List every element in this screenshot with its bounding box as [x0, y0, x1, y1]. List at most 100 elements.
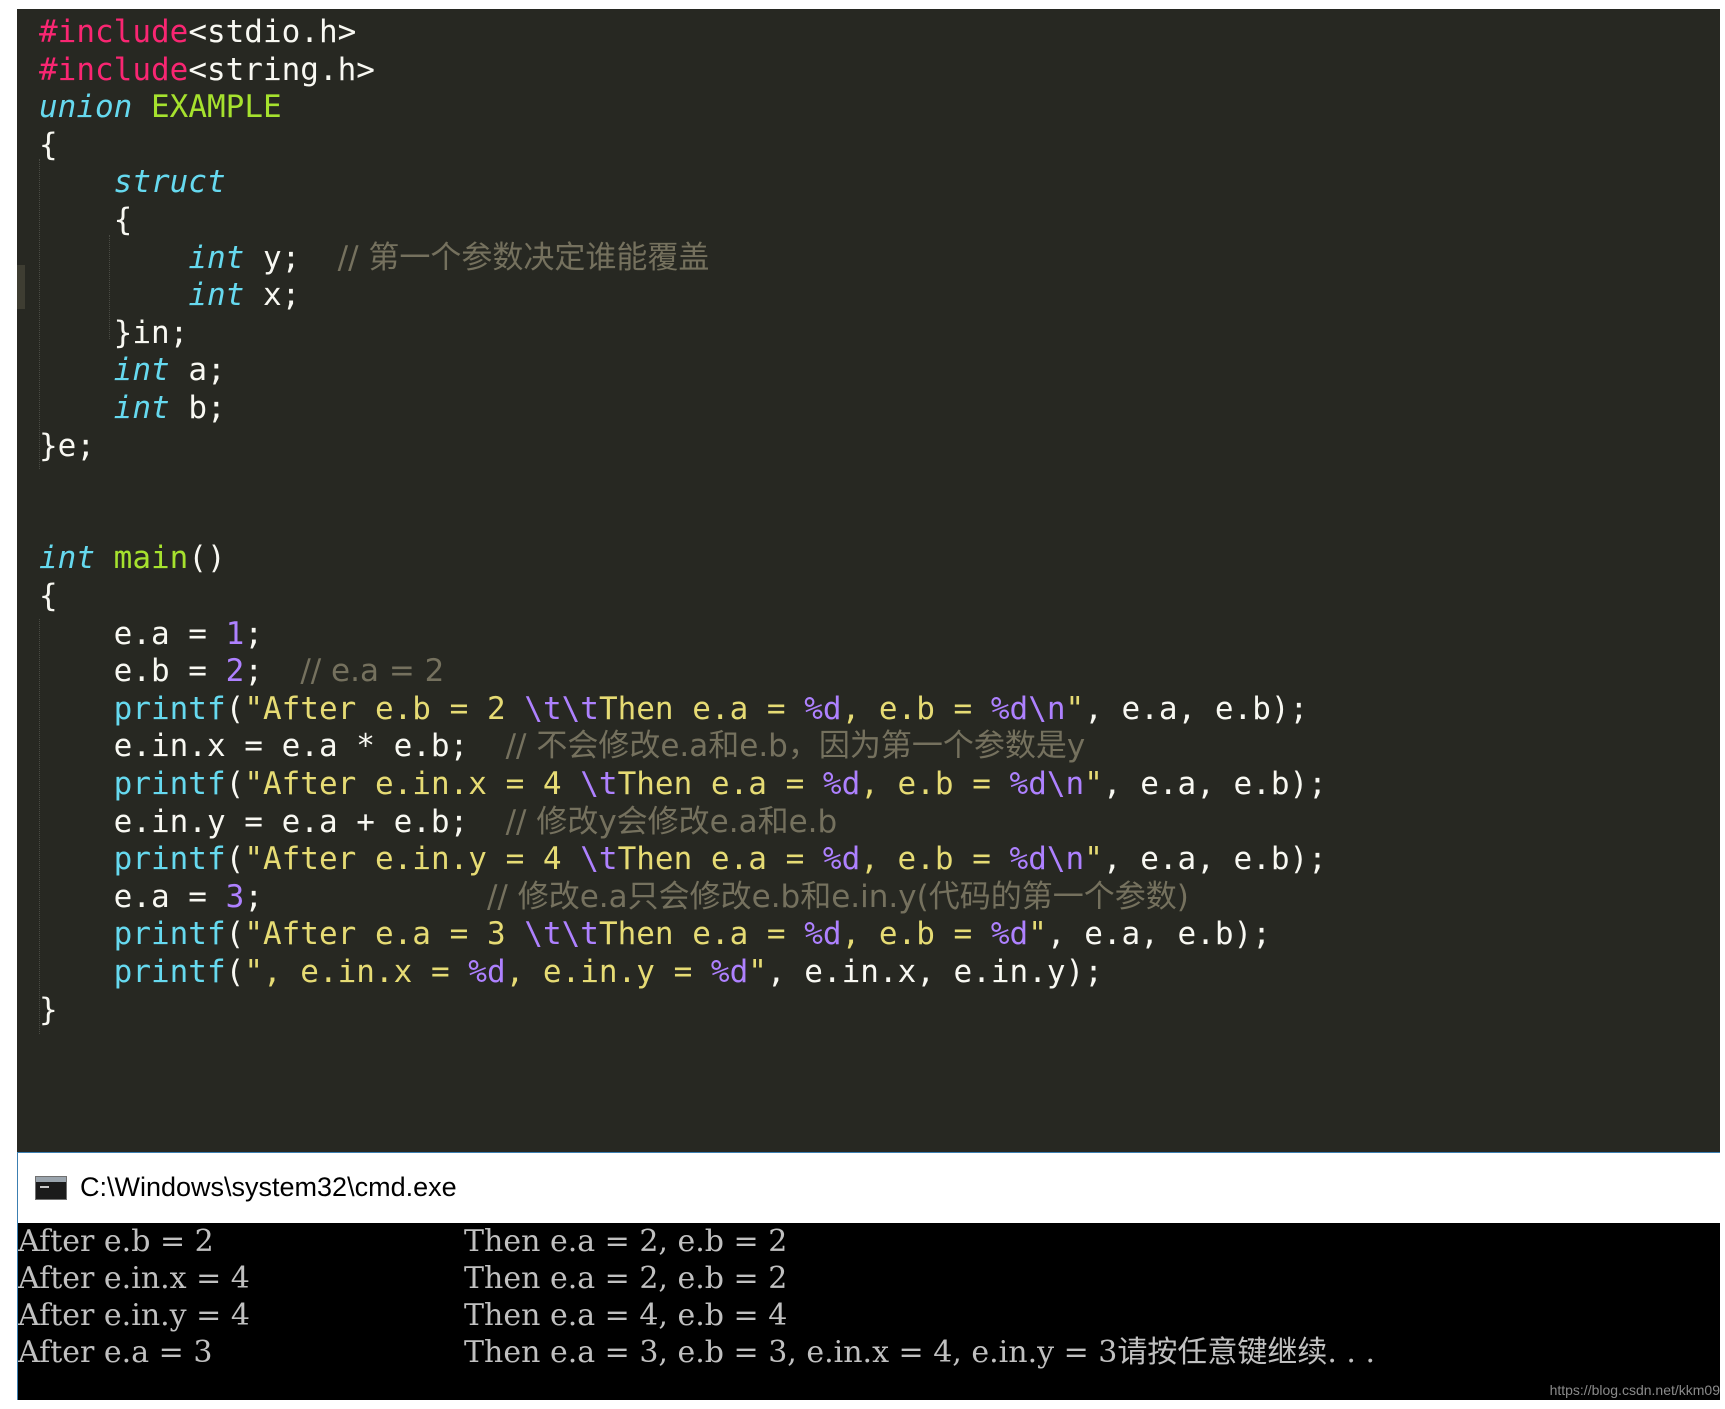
cmd-console-output[interactable]: After e.b = 2 Then e.a = 2, e.b = 2 After … — [18, 1223, 1720, 1400]
code-token: \t\t — [524, 690, 599, 727]
code-token: "After e.in.y = 4 — [244, 841, 581, 878]
code-token: union — [39, 89, 133, 126]
code-token: ( — [225, 841, 245, 878]
console-line-right: Then e.a = 4, e.b = 4 — [464, 1298, 788, 1333]
code-token: , e.b = — [860, 766, 1010, 802]
console-line: After e.b = 2 Then e.a = 2, e.b = 2 — [18, 1223, 787, 1260]
code-token: EXAMPLE — [151, 89, 282, 126]
code-token: ", e.in.x = — [244, 954, 469, 990]
code-comment: // e.a = 2 — [300, 653, 445, 690]
code-token: x; — [244, 277, 301, 314]
code-token: }in; — [39, 314, 189, 351]
code-token: ; — [244, 653, 301, 690]
code-token: " — [748, 954, 767, 990]
code-token: %d — [990, 916, 1029, 953]
code-token: , e.in.y = — [505, 954, 711, 990]
code-token: ( — [225, 690, 245, 727]
code-line: int y; // 第一个参数决定谁能覆盖 — [39, 237, 709, 279]
code-line: int a; — [39, 349, 226, 391]
console-line: After e.in.y = 4 Then e.a = 4, e.b = 4 — [18, 1297, 787, 1334]
console-line: After e.a = 3 Then e.a = 3, e.b = 3, e.in… — [18, 1334, 1375, 1371]
code-token: e.in.x = e.a * e.b; — [39, 728, 506, 765]
code-token: struct — [113, 164, 226, 201]
code-token: "After e.b = 2 — [244, 690, 525, 727]
code-token: int — [113, 390, 170, 426]
code-token: } — [39, 991, 58, 1028]
code-token: %d — [710, 954, 749, 990]
code-line: { — [39, 124, 58, 166]
console-icon — [35, 1176, 67, 1200]
code-token: " — [1028, 916, 1047, 953]
code-token: %d — [468, 954, 506, 990]
code-token: 2 — [225, 653, 245, 690]
code-token: e.a = — [39, 615, 226, 652]
code-token: , e.a, e.b); — [1084, 690, 1309, 727]
code-token: , e.in.x, e.in.y); — [766, 954, 1103, 990]
code-line: int b; — [39, 387, 226, 429]
code-line: #include<string.h> — [39, 49, 375, 91]
code-token: 1 — [225, 615, 245, 652]
code-token: int — [188, 239, 245, 276]
code-token: #include — [39, 51, 189, 88]
code-token: () — [188, 540, 226, 577]
code-token: <stdio.h> — [188, 14, 357, 50]
cmd-titlebar[interactable]: C:\Windows\system32\cmd.exe — [18, 1153, 1720, 1223]
code-token: #include — [39, 14, 189, 50]
code-token: , e.a, e.b); — [1102, 766, 1327, 802]
console-line-left: After e.a = 3 — [18, 1335, 213, 1370]
code-token: ; — [244, 878, 487, 915]
current-line-marker — [17, 265, 25, 309]
console-line-left: After e.in.x = 4 — [18, 1261, 250, 1296]
code-token: , e.a, e.b); — [1046, 916, 1271, 953]
code-line: e.b = 2; // e.a = 2 — [39, 650, 445, 692]
code-token: %d\n — [990, 690, 1066, 727]
code-token: , e.b = — [841, 690, 991, 727]
code-token: int — [113, 352, 170, 389]
code-token: ( — [225, 766, 245, 802]
code-token: int — [188, 277, 245, 314]
watermark-url: https://blog.csdn.net/kkm09 — [1549, 1382, 1720, 1398]
cmd-window[interactable]: C:\Windows\system32\cmd.exe After e.b = … — [17, 1152, 1720, 1400]
code-token: Then e.a = — [598, 916, 805, 953]
code-token: " — [1084, 766, 1103, 802]
code-line: }e; — [39, 425, 95, 467]
code-line: union EXAMPLE — [39, 86, 282, 128]
code-line: printf(", e.in.x = %d, e.in.y = %d", e.i… — [39, 951, 1103, 993]
code-token: b; — [169, 390, 226, 426]
code-token: e.a = — [39, 878, 226, 915]
code-line: struct — [39, 161, 226, 203]
console-line-left: After e.b = 2 — [18, 1224, 214, 1259]
code-token: printf — [113, 766, 226, 802]
code-token: printf — [113, 841, 226, 878]
code-line: printf("After e.in.y = 4 \tThen e.a = %d… — [39, 838, 1327, 880]
code-token: { — [39, 578, 58, 614]
code-token: a; — [169, 352, 226, 389]
code-token: , e.b = — [860, 841, 1010, 878]
code-line: e.a = 1; — [39, 613, 263, 655]
code-token: ( — [225, 954, 245, 990]
code-editor[interactable]: #include<stdio.h> #include<string.h> union… — [17, 9, 1720, 1152]
code-token: Then e.a = — [617, 766, 823, 802]
code-token: 3 — [225, 878, 245, 915]
code-token: }e; — [39, 427, 95, 464]
code-token: %d\n — [1009, 766, 1085, 802]
code-token: printf — [113, 916, 226, 953]
code-token: %d — [804, 916, 842, 953]
code-comment: // 修改e.a只会修改e.b和e.in.y(代码的第一个参数) — [486, 878, 1189, 915]
code-line: printf("After e.b = 2 \t\tThen e.a = %d,… — [39, 688, 1309, 730]
code-line: printf("After e.in.x = 4 \tThen e.a = %d… — [39, 763, 1327, 805]
code-token: "After e.in.x = 4 — [244, 766, 581, 802]
code-token: Then e.a = — [617, 841, 823, 878]
code-token: printf — [113, 690, 226, 727]
code-token: \t\t — [524, 916, 599, 953]
code-line: e.in.y = e.a + e.b; // 修改y会修改e.a和e.b — [39, 801, 838, 843]
code-token: e.in.y = e.a + e.b; — [39, 803, 506, 840]
